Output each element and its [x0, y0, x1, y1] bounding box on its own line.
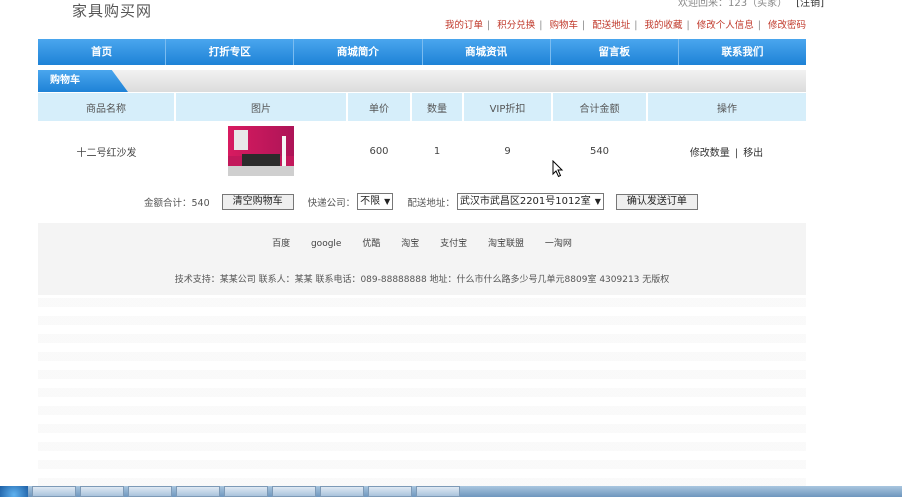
footer-link-alipay[interactable]: 支付宝 [440, 239, 467, 249]
col-total-amount: 合计金额 [552, 93, 648, 121]
address-select[interactable]: 武汉市武昌区2201号1012室 ▼ [456, 193, 604, 210]
nav-mall-news[interactable]: 商城资讯 [423, 39, 551, 65]
welcome-text: 欢迎回来：123（买家） [678, 0, 788, 9]
footer-links: 百度 google 优酷 淘宝 支付宝 淘宝联盟 一淘网 [38, 236, 806, 249]
section-header: 购物车 [38, 70, 806, 92]
col-unit-price: 单价 [347, 93, 412, 121]
footer-link-baidu[interactable]: 百度 [272, 239, 290, 249]
link-separator: | [582, 20, 586, 31]
taskbar-app-icon[interactable] [176, 486, 220, 497]
footer-link-taobao-union[interactable]: 淘宝联盟 [488, 239, 524, 249]
courier-label: 快递公司： [307, 197, 356, 209]
taskbar-app-icon[interactable] [416, 486, 460, 497]
nav-mall-intro[interactable]: 商城简介 [294, 39, 423, 65]
taskbar [0, 486, 902, 497]
cart-total: 金额合计：540 [144, 197, 210, 209]
link-separator: | [757, 20, 761, 31]
taskbar-app-icon[interactable] [80, 486, 124, 497]
cart-actions: 金额合计：540 清空购物车 快递公司： 不限 ▼ 配送地址： 武汉市武昌区220… [144, 193, 698, 210]
link-separator: | [487, 20, 491, 31]
footer: 百度 google 优酷 淘宝 支付宝 淘宝联盟 一淘网 技术支持：某某公司 联… [38, 223, 806, 295]
address-label: 配送地址： [407, 197, 455, 209]
taskbar-app-icon[interactable] [320, 486, 364, 497]
link-points-exchange[interactable]: 积分兑换 [497, 20, 535, 31]
unit-price: 600 [369, 145, 389, 157]
site-title: 家具购买网 [72, 2, 153, 20]
product-image-cell [175, 121, 347, 181]
nav-home[interactable]: 首页 [38, 39, 167, 65]
taskbar-app-icon[interactable] [224, 486, 268, 497]
edit-quantity-link[interactable]: 修改数量 [690, 148, 730, 159]
chevron-down-icon: ▼ [594, 197, 601, 206]
remove-item-link[interactable]: 移出 [743, 148, 763, 159]
col-image: 图片 [175, 93, 348, 121]
address-value: 武汉市武昌区2201号1012室 [459, 196, 591, 207]
link-cart[interactable]: 购物车 [549, 20, 578, 31]
action-separator: | [734, 147, 739, 159]
taskbar-app-icon[interactable] [368, 486, 412, 497]
vip-discount: 9 [504, 145, 511, 157]
footer-link-google[interactable]: google [311, 239, 341, 249]
link-change-password[interactable]: 修改密码 [768, 20, 806, 31]
link-my-orders[interactable]: 我的订单 [445, 20, 483, 31]
taskbar-app-icon[interactable] [272, 486, 316, 497]
cart-table: 商品名称 图片 单价 数量 VIP折扣 合计金额 操作 十二号红沙发 600 1… [38, 93, 806, 181]
nav-message-board[interactable]: 留言板 [551, 39, 679, 65]
chevron-down-icon: ▼ [384, 197, 391, 206]
taskbar-app-icon[interactable] [32, 486, 76, 497]
table-header-row: 商品名称 图片 单价 数量 VIP折扣 合计金额 操作 [38, 93, 806, 121]
link-my-favorites[interactable]: 我的收藏 [644, 20, 682, 31]
nav-discount-zone[interactable]: 打折专区 [166, 39, 295, 65]
col-vip-discount: VIP折扣 [463, 93, 553, 121]
start-button-icon[interactable] [0, 486, 28, 497]
link-separator: | [539, 20, 543, 31]
nav-contact-us[interactable]: 联系我们 [679, 39, 806, 65]
logout-link[interactable]: [注销] [796, 0, 824, 9]
user-links: 我的订单 | 积分兑换 | 购物车 | 配送地址 | 我的收藏 | 修改个人信息 | 修改密… [445, 17, 806, 31]
blank-content-area [38, 298, 806, 486]
courier-value: 不限 [360, 196, 381, 207]
row-actions: 修改数量 | 移出 [647, 121, 806, 181]
courier-select[interactable]: 不限 ▼ [357, 193, 394, 210]
col-product-name: 商品名称 [38, 93, 176, 121]
confirm-order-button[interactable]: 确认发送订单 [615, 193, 698, 210]
product-name[interactable]: 十二号红沙发 [38, 121, 175, 181]
footer-link-taobao[interactable]: 淘宝 [401, 239, 419, 249]
col-actions: 操作 [647, 93, 806, 121]
footer-info: 技术支持：某某公司 联系人：某某 联系电话：089-88888888 地址：什么… [174, 275, 670, 285]
quantity: 1 [433, 145, 441, 157]
main-nav: 首页 打折专区 商城简介 商城资讯 留言板 联系我们 [38, 39, 806, 65]
footer-link-etao[interactable]: 一淘网 [545, 239, 572, 249]
taskbar-app-icon[interactable] [128, 486, 172, 497]
link-separator: | [686, 20, 690, 31]
welcome-bar: 欢迎回来：123（买家） [注销] [678, 0, 824, 9]
link-edit-profile[interactable]: 修改个人信息 [697, 20, 754, 31]
link-separator: | [634, 20, 638, 31]
col-quantity: 数量 [411, 93, 464, 121]
link-delivery-address[interactable]: 配送地址 [592, 20, 630, 31]
footer-link-youku[interactable]: 优酷 [362, 239, 380, 249]
row-total: 540 [589, 145, 610, 157]
clear-cart-button[interactable]: 清空购物车 [221, 193, 294, 210]
red-sofa-photo-icon[interactable] [228, 126, 294, 176]
table-row: 十二号红沙发 600 1 9 540 修改数量 | 移出 [38, 121, 806, 181]
section-title: 购物车 [38, 70, 128, 92]
